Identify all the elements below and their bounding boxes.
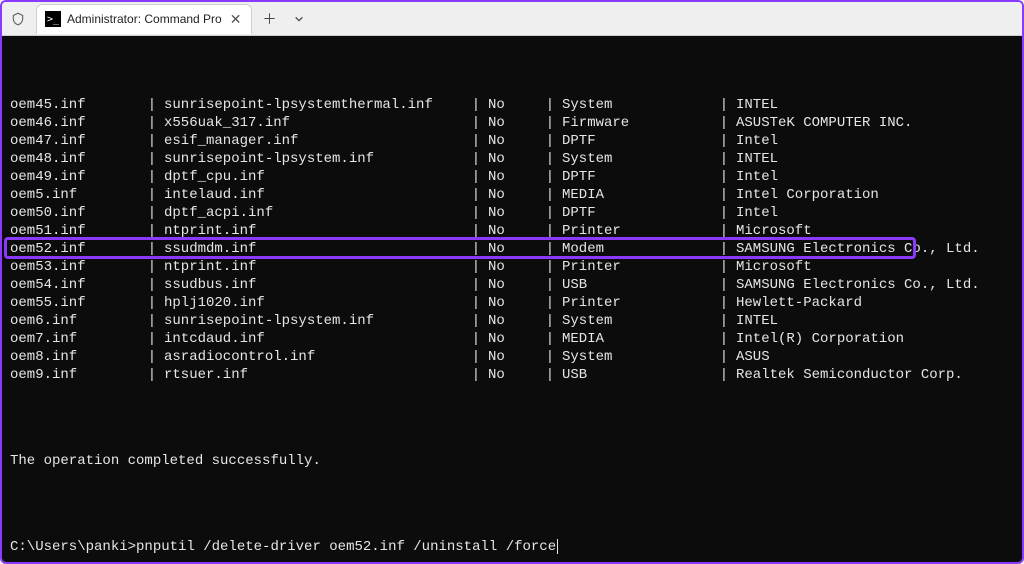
tab-title: Administrator: Command Pro (67, 12, 222, 26)
table-row: oem49.inf|dptf_cpu.inf|No|DPTF|Intel (10, 168, 1014, 186)
table-row: oem48.inf|sunrisepoint-lpsystem.inf|No|S… (10, 150, 1014, 168)
table-row: oem8.inf|asradiocontrol.inf|No|System|AS… (10, 348, 1014, 366)
cmd-icon: >_ (45, 11, 61, 27)
table-row: oem45.inf|sunrisepoint-lpsystemthermal.i… (10, 96, 1014, 114)
table-row: oem46.inf|x556uak_317.inf|No|Firmware|AS… (10, 114, 1014, 132)
table-row: oem50.inf|dptf_acpi.inf|No|DPTF|Intel (10, 204, 1014, 222)
prompt-line[interactable]: C:\Users\panki>pnputil /delete-driver oe… (10, 538, 1014, 556)
table-row: oem47.inf|esif_manager.inf|No|DPTF|Intel (10, 132, 1014, 150)
new-tab-button[interactable]: ＋ (256, 6, 282, 32)
prompt-command: pnputil /delete-driver oem52.inf /uninst… (136, 539, 556, 555)
table-row: oem9.inf|rtsuer.inf|No|USB|Realtek Semic… (10, 366, 1014, 384)
close-icon[interactable]: ✕ (228, 11, 244, 28)
tab-active[interactable]: >_ Administrator: Command Pro ✕ (36, 4, 252, 34)
table-row: oem51.inf|ntprint.inf|No|Printer|Microso… (10, 222, 1014, 240)
table-row: oem5.inf|intelaud.inf|No|MEDIA|Intel Cor… (10, 186, 1014, 204)
table-row: oem7.inf|intcdaud.inf|No|MEDIA|Intel(R) … (10, 330, 1014, 348)
shield-icon (10, 11, 26, 27)
table-row: oem6.inf|sunrisepoint-lpsystem.inf|No|Sy… (10, 312, 1014, 330)
table-row: oem54.inf|ssudbus.inf|No|USB|SAMSUNG Ele… (10, 276, 1014, 294)
terminal-window: >_ Administrator: Command Pro ✕ ＋ oem45.… (0, 0, 1024, 564)
text-cursor (557, 539, 558, 554)
tab-bar: >_ Administrator: Command Pro ✕ ＋ (2, 2, 1022, 36)
table-row: oem53.inf|ntprint.inf|No|Printer|Microso… (10, 258, 1014, 276)
status-line: The operation completed successfully. (10, 452, 1014, 470)
terminal-output[interactable]: oem45.inf|sunrisepoint-lpsystemthermal.i… (2, 36, 1022, 562)
prompt-path: C:\Users\panki> (10, 539, 136, 555)
tab-menu-button[interactable] (286, 6, 312, 32)
table-row: oem52.inf|ssudmdm.inf|No|Modem|SAMSUNG E… (10, 240, 1014, 258)
table-row: oem55.inf|hplj1020.inf|No|Printer|Hewlet… (10, 294, 1014, 312)
